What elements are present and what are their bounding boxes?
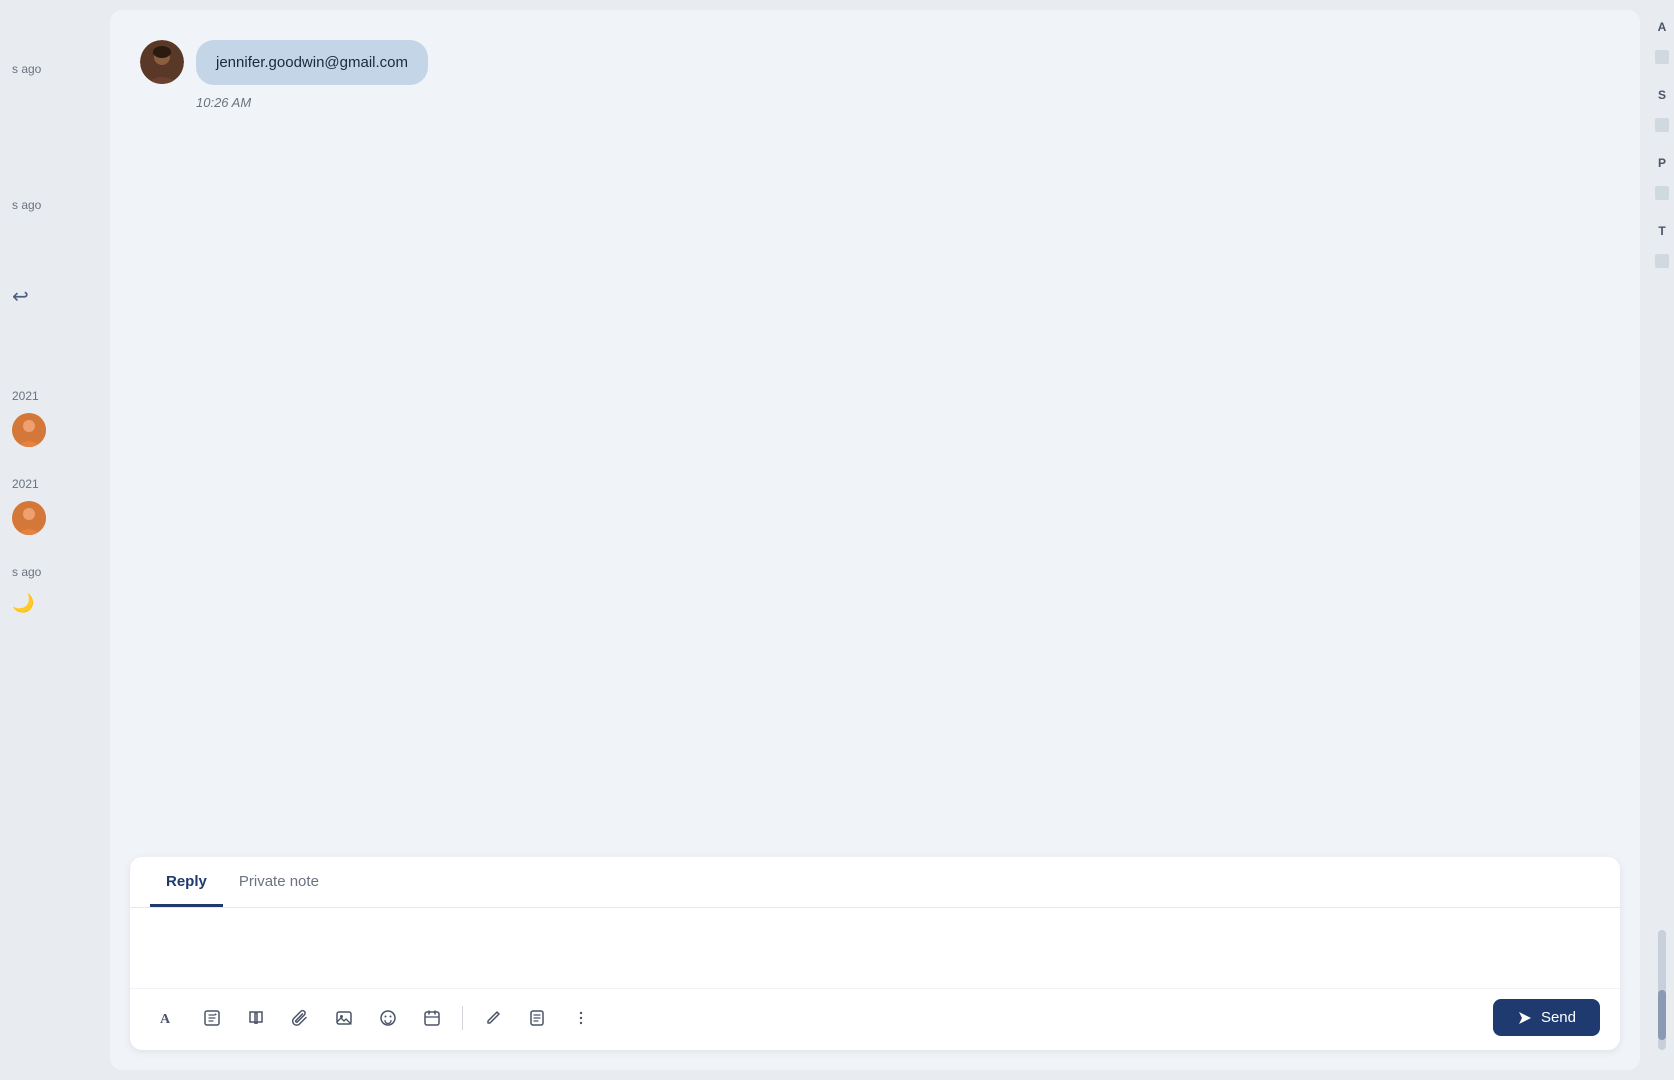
moon-icon: 🌙 — [12, 593, 34, 613]
scrollbar-area — [1658, 292, 1666, 1060]
messages-area: jennifer.goodwin@gmail.com 10:26 AM — [110, 10, 1640, 857]
time-label-5: s ago — [12, 565, 110, 579]
send-button[interactable]: Send — [1493, 999, 1600, 1036]
time-label-3: 2021 — [12, 389, 110, 403]
compose-tabs: Reply Private note — [130, 857, 1620, 908]
right-panel: A S P T — [1650, 0, 1674, 1080]
svg-text:A: A — [160, 1012, 171, 1027]
avatar — [140, 40, 184, 89]
right-panel-item-3 — [1655, 186, 1669, 200]
toolbar-pencil-icon[interactable] — [475, 1000, 511, 1036]
tab-private-note[interactable]: Private note — [223, 857, 335, 907]
time-label-1: s ago — [12, 62, 41, 76]
right-panel-label-p: P — [1658, 156, 1666, 170]
toolbar-more-icon[interactable] — [563, 1000, 599, 1036]
message-timestamp: 10:26 AM — [196, 95, 1610, 110]
right-panel-label-a: A — [1658, 20, 1667, 34]
compose-toolbar: A — [130, 988, 1620, 1050]
left-sidebar: s ago s ago ↩ 2021 2021 — [0, 0, 110, 1080]
message-text: jennifer.goodwin@gmail.com — [216, 54, 408, 71]
scrollbar-thumb[interactable] — [1658, 990, 1666, 1040]
toolbar-font-icon[interactable]: A — [150, 1000, 186, 1036]
main-content: jennifer.goodwin@gmail.com 10:26 AM Repl… — [110, 10, 1640, 1070]
toolbar-book-icon[interactable] — [238, 1000, 274, 1036]
tab-reply[interactable]: Reply — [150, 857, 223, 907]
time-label-2: s ago — [12, 198, 110, 212]
message-bubble: jennifer.goodwin@gmail.com — [196, 40, 428, 85]
avatar-item-4 — [12, 501, 46, 535]
toolbar-calendar-icon[interactable] — [414, 1000, 450, 1036]
toolbar-emoji-icon[interactable] — [370, 1000, 406, 1036]
toolbar-attach-icon[interactable] — [282, 1000, 318, 1036]
toolbar-note-icon[interactable] — [519, 1000, 555, 1036]
time-label-4: 2021 — [12, 477, 110, 491]
right-panel-item-2 — [1655, 118, 1669, 132]
right-panel-item-1 — [1655, 50, 1669, 64]
app-container: s ago s ago ↩ 2021 2021 — [0, 0, 1674, 1080]
avatar-item-3 — [12, 413, 46, 447]
compose-text-input[interactable] — [130, 908, 1620, 988]
reply-arrow-icon[interactable]: ↩ — [12, 286, 29, 308]
compose-area: Reply Private note A — [130, 857, 1620, 1050]
toolbar-image-icon[interactable] — [326, 1000, 362, 1036]
message-row: jennifer.goodwin@gmail.com — [140, 40, 1610, 89]
right-panel-label-t: T — [1658, 224, 1665, 238]
right-panel-item-4 — [1655, 254, 1669, 268]
scrollbar-track[interactable] — [1658, 930, 1666, 1050]
message-group-jennifer: jennifer.goodwin@gmail.com 10:26 AM — [140, 40, 1610, 110]
right-panel-label-s: S — [1658, 88, 1666, 102]
send-icon — [1517, 1010, 1533, 1026]
toolbar-template-icon[interactable] — [194, 1000, 230, 1036]
toolbar-divider — [462, 1006, 463, 1030]
